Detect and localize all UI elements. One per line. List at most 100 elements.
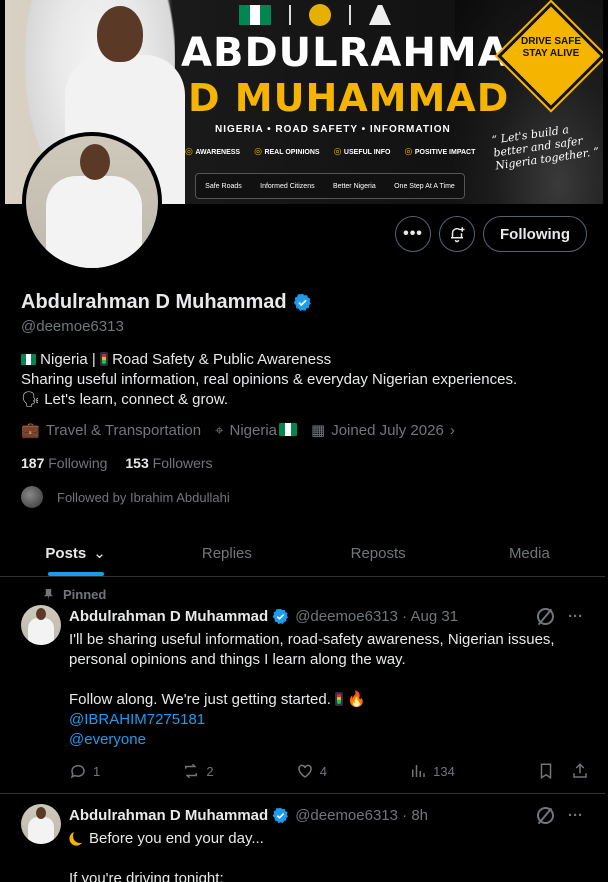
profile-name: Abdulrahman D Muhammad xyxy=(21,291,287,313)
profile-bio: Nigeria | Road Safety & Public Awareness… xyxy=(21,350,517,410)
profile-meta: 💼 Travel & Transportation ⌖ Nigeria ▦ Joine… xyxy=(21,421,455,440)
banner-title: ABDULRAHMAN xyxy=(181,30,545,76)
joined-label: Joined July 2026 xyxy=(331,422,444,439)
pinned-label: Pinned xyxy=(44,587,106,602)
post-author[interactable]: Abdulrahman D Muhammad xyxy=(69,608,268,625)
chevron-down-icon: ⌄ xyxy=(93,545,106,562)
category-item: 💼 Travel & Transportation xyxy=(21,421,201,439)
traffic-light-icon xyxy=(99,352,108,366)
bio-line: Sharing useful information, real opinion… xyxy=(21,371,518,388)
profile-tabs: Posts ⌄ Replies Reposts Media xyxy=(0,530,605,577)
banner-pill: AWARENESS xyxy=(185,146,240,157)
nigeria-flag-icon xyxy=(239,5,272,25)
banner-subtitle: NIGERIA • ROAD SAFETY • INFORMATION xyxy=(215,124,451,135)
share-icon[interactable] xyxy=(571,762,589,780)
location-pin-icon: ⌖ xyxy=(215,421,224,439)
road-sign-text: DRIVE SAFE STAY ALIVE xyxy=(520,36,581,59)
more-icon: ••• xyxy=(403,225,423,242)
views-icon xyxy=(412,765,425,777)
nigeria-flag-icon xyxy=(21,354,36,365)
bio-line: 🗣 Let's learn, connect & grow. xyxy=(21,391,229,408)
banner-pills: AWARENESS REAL OPINIONS USEFUL INFO POSI… xyxy=(185,146,475,157)
views-button[interactable]: 134 xyxy=(409,762,455,780)
reply-button[interactable]: 1 xyxy=(69,762,100,780)
post[interactable]: Pinned Abdulrahman D Muhammad @deemoe631… xyxy=(0,578,605,794)
more-button[interactable]: ••• xyxy=(395,216,431,252)
bio-text: Nigeria | xyxy=(36,351,100,368)
banner-icon-row xyxy=(239,4,391,26)
banner-strip-item: Informed Citizens xyxy=(260,182,315,190)
joined-item[interactable]: ▦ Joined July 2026 › xyxy=(311,421,455,439)
follower-avatar xyxy=(21,486,43,508)
post-top-actions: ··· xyxy=(537,608,583,625)
grok-icon[interactable] xyxy=(537,807,554,824)
banner-pill: POSITIVE IMPACT xyxy=(404,146,476,157)
post-header: Abdulrahman D Muhammad @deemoe6313 · 8h xyxy=(69,807,428,824)
bell-plus-icon xyxy=(451,227,465,243)
views-count: 134 xyxy=(433,763,455,779)
post-paragraph: If you're driving tonight: xyxy=(69,870,224,882)
banner-pill: USEFUL INFO xyxy=(334,146,391,157)
tab-posts[interactable]: Posts ⌄ xyxy=(0,530,151,576)
profile-avatar[interactable] xyxy=(22,132,162,272)
followers-link[interactable]: 153 Followers xyxy=(125,455,212,471)
heart-icon xyxy=(298,764,312,778)
like-button[interactable]: 4 xyxy=(296,762,327,780)
reply-count: 1 xyxy=(93,763,101,779)
moon-icon xyxy=(72,828,88,844)
logo-icon xyxy=(309,4,331,26)
banner-strip-item: Better Nigeria xyxy=(332,182,376,190)
post-author[interactable]: Abdulrahman D Muhammad xyxy=(69,807,268,824)
fire-icon: 🔥 xyxy=(347,691,366,708)
avatar[interactable] xyxy=(21,804,61,844)
follow-stats: 187 Following 153 Followers xyxy=(21,455,213,471)
repost-button[interactable]: 2 xyxy=(182,762,214,780)
more-icon[interactable]: ··· xyxy=(568,807,583,824)
post-paragraph: Follow along. We're just getting started… xyxy=(69,691,336,708)
post[interactable]: Abdulrahman D Muhammad @deemoe6313 · 8h … xyxy=(0,795,605,882)
banner-strip-item: Safe Roads xyxy=(205,182,242,190)
road-icon xyxy=(369,5,391,25)
like-count: 4 xyxy=(319,763,327,779)
notifications-button[interactable] xyxy=(439,216,475,252)
tab-replies[interactable]: Replies xyxy=(151,530,302,576)
following-label: Following xyxy=(48,455,108,471)
post-header: Abdulrahman D Muhammad @deemoe6313 · Aug… xyxy=(69,608,458,625)
chevron-right-icon: › xyxy=(449,422,455,439)
following-link[interactable]: 187 Following xyxy=(21,455,107,471)
traffic-light-icon xyxy=(335,692,344,706)
more-icon[interactable]: ··· xyxy=(568,608,583,625)
banner-strip: Safe Roads Informed Citizens Better Nige… xyxy=(195,173,465,199)
nigeria-flag-icon xyxy=(279,422,298,436)
profile-handle: @deemoe6313 xyxy=(21,318,124,335)
tab-media[interactable]: Media xyxy=(454,530,605,576)
following-button[interactable]: Following xyxy=(483,216,587,252)
post-paragraph: Before you end your day... xyxy=(89,830,264,847)
followed-by-text: Followed by Ibrahim Abdullahi xyxy=(57,489,230,505)
grok-icon[interactable] xyxy=(537,608,554,625)
following-count: 187 xyxy=(21,455,45,471)
pin-icon xyxy=(44,588,53,601)
post-handle-time[interactable]: @deemoe6313 · 8h xyxy=(295,807,428,824)
reply-icon xyxy=(70,764,85,779)
category-label: Travel & Transportation xyxy=(45,422,202,439)
post-handle-time[interactable]: @deemoe6313 · Aug 31 xyxy=(295,608,458,625)
avatar[interactable] xyxy=(21,605,61,645)
post-share-group xyxy=(537,762,589,780)
followers-count: 153 xyxy=(125,455,149,471)
post-top-actions: ··· xyxy=(537,807,583,824)
mention-link[interactable]: @IBRAHIM7275181 xyxy=(69,710,579,730)
bookmark-icon[interactable] xyxy=(537,762,555,780)
tab-reposts[interactable]: Reposts xyxy=(303,530,454,576)
followed-by[interactable]: Followed by Ibrahim Abdullahi xyxy=(21,486,230,508)
calendar-icon: ▦ xyxy=(311,422,326,439)
post-action-bar: 1 2 4 134 xyxy=(69,762,589,780)
bio-text: Road Safety & Public Awareness xyxy=(107,351,332,368)
banner-strip-item: One Step At A Time xyxy=(394,182,455,190)
verified-badge-icon xyxy=(272,807,289,824)
verified-badge-icon[interactable] xyxy=(293,293,312,312)
pinned-text: Pinned xyxy=(63,587,107,602)
mention-link[interactable]: @everyone xyxy=(69,730,579,750)
repost-count: 2 xyxy=(206,763,214,779)
profile-name-row: Abdulrahman D Muhammad xyxy=(21,291,312,314)
